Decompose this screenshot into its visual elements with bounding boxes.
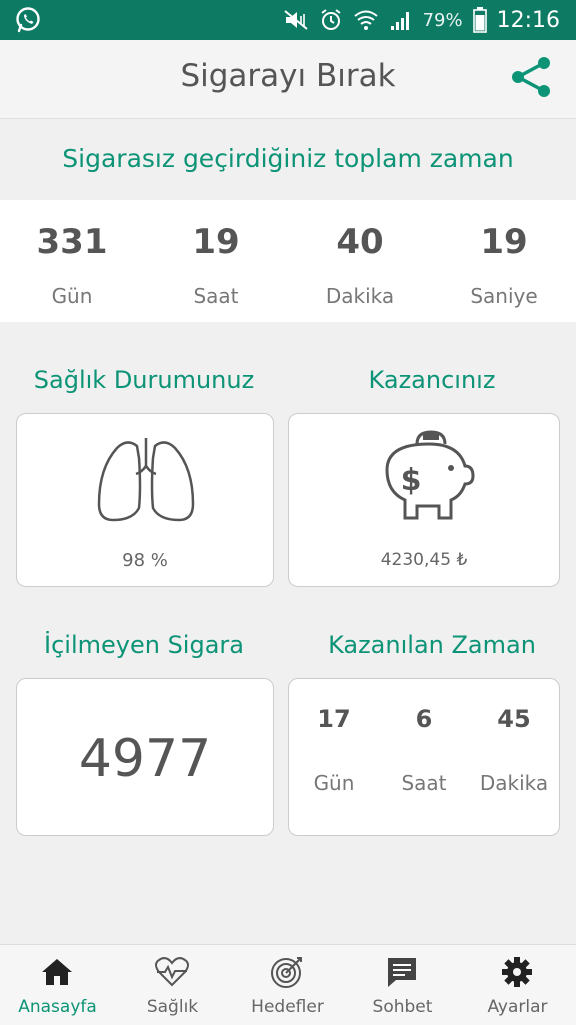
total-time-header: Sigarasız geçirdiğiniz toplam zaman xyxy=(62,144,514,173)
savings-card[interactable]: $ 4230,45 ₺ xyxy=(288,413,560,587)
time-gained-value: 6 xyxy=(415,705,433,733)
nav-settings[interactable]: Ayarlar xyxy=(460,945,575,1025)
mute-icon xyxy=(283,10,308,30)
time-gained-value: 17 xyxy=(317,705,351,733)
nav-label: Sohbet xyxy=(372,997,433,1017)
time-gained-days: 17 Gün xyxy=(289,679,379,795)
counter-value: 19 xyxy=(192,222,240,262)
wifi-icon xyxy=(353,10,378,30)
counter-label: Dakika xyxy=(325,284,395,308)
counter-label: Saniye xyxy=(470,284,538,308)
bottom-nav: Anasayfa Sağlık Hedefler Sohbet Ayarlar xyxy=(0,944,576,1025)
status-time: 12:16 xyxy=(496,7,560,33)
cigarettes-title: İçilmeyen Sigara xyxy=(44,631,244,659)
total-time-counters: 331 Gün 19 Saat 40 Dakika 19 Saniye xyxy=(0,200,576,322)
time-gained-minutes: 45 Dakika xyxy=(469,679,559,795)
whatsapp-icon xyxy=(16,7,40,33)
counter-value: 331 xyxy=(36,222,108,262)
nav-label: Sağlık xyxy=(146,997,199,1017)
nav-label: Ayarlar xyxy=(487,997,548,1017)
piggy-bank-icon: $ xyxy=(385,430,475,520)
counter-days: 331 Gün xyxy=(0,200,144,308)
target-icon xyxy=(271,957,302,988)
svg-text:$: $ xyxy=(401,463,422,498)
nav-health[interactable]: Sağlık xyxy=(115,945,230,1025)
gear-icon xyxy=(502,957,532,987)
nav-label: Anasayfa xyxy=(18,997,97,1017)
status-bar: 79% 12:16 xyxy=(0,0,576,40)
battery-percent: 79% xyxy=(422,9,463,31)
counter-label: Saat xyxy=(193,284,239,308)
savings-value: 4230,45 ₺ xyxy=(380,550,468,570)
counter-value: 40 xyxy=(336,222,384,262)
health-title: Sağlık Durumunuz xyxy=(33,366,255,394)
time-gained-hours: 6 Saat xyxy=(379,679,469,795)
counter-label: Gün xyxy=(51,284,93,308)
page-title: Sigarayı Bırak xyxy=(180,58,396,94)
nav-goals[interactable]: Hedefler xyxy=(230,945,345,1025)
cigarettes-card[interactable]: 4977 xyxy=(16,678,274,836)
counter-seconds: 19 Saniye xyxy=(432,200,576,308)
time-gained-label: Gün xyxy=(313,771,355,795)
time-gained-label: Saat xyxy=(401,771,447,795)
time-gained-card[interactable]: 17 Gün 6 Saat 45 Dakika xyxy=(288,678,560,836)
chat-icon xyxy=(388,958,416,987)
share-icon[interactable] xyxy=(508,54,554,100)
counter-hours: 19 Saat xyxy=(144,200,288,308)
counter-value: 19 xyxy=(480,222,528,262)
nav-home[interactable]: Anasayfa xyxy=(0,945,115,1025)
alarm-icon xyxy=(320,9,341,30)
cigarettes-value: 4977 xyxy=(78,729,212,789)
time-gained-title: Kazanılan Zaman xyxy=(328,631,536,659)
heart-pulse-icon xyxy=(155,957,189,987)
battery-icon xyxy=(472,7,487,33)
lungs-icon xyxy=(97,438,195,522)
home-icon xyxy=(42,959,72,985)
counter-minutes: 40 Dakika xyxy=(288,200,432,308)
app-bar: Sigarayı Bırak xyxy=(0,40,576,119)
savings-title: Kazancınız xyxy=(368,366,496,394)
health-card[interactable]: 98 % xyxy=(16,413,274,587)
nav-chat[interactable]: Sohbet xyxy=(345,945,460,1025)
signal-icon xyxy=(390,12,409,30)
health-value: 98 % xyxy=(122,550,168,571)
time-gained-label: Dakika xyxy=(479,771,549,795)
time-gained-value: 45 xyxy=(497,705,531,733)
nav-label: Hedefler xyxy=(251,997,324,1017)
